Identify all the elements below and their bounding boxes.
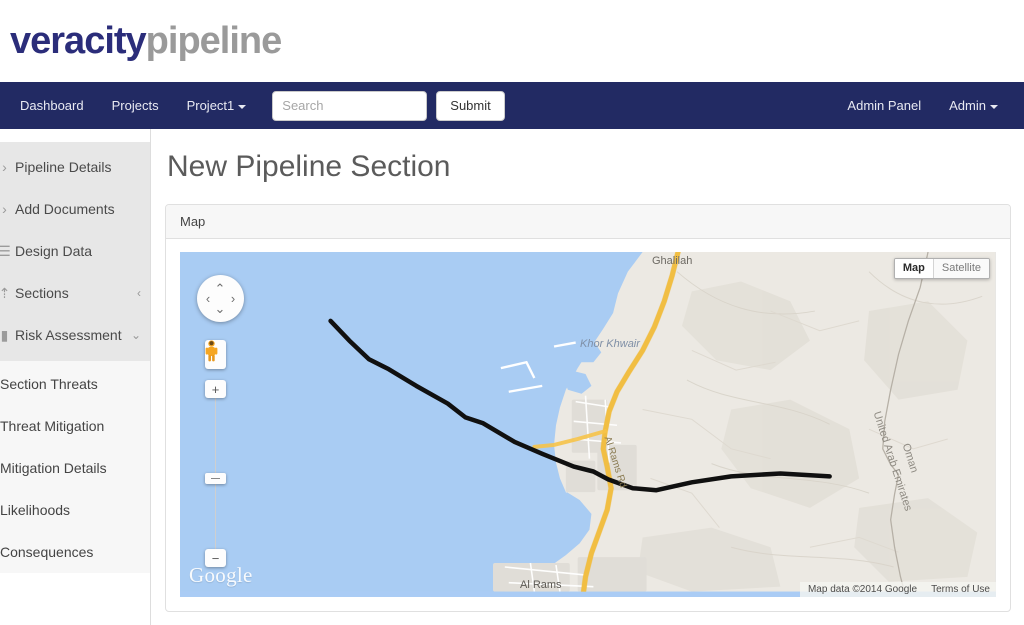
sidebar-sub-group: Section Threats Threat Mitigation Mitiga…	[0, 361, 150, 573]
pan-right-icon[interactable]: ›	[227, 292, 239, 305]
sidebar-item-section-threats[interactable]: Section Threats	[0, 363, 150, 405]
sidebar: › Pipeline Details › Add Documents ☰ Des…	[0, 129, 151, 625]
sidebar-item-label: Sections	[15, 285, 69, 301]
map-zoom-control: + −	[205, 380, 226, 567]
nav-link-admin-menu[interactable]: Admin	[935, 82, 1012, 129]
sidebar-item-label: Section Threats	[0, 376, 98, 392]
main-content: New Pipeline Section Map Ghalilah Khor K…	[151, 129, 1024, 625]
sidebar-item-label: Threat Mitigation	[0, 418, 105, 434]
sidebar-item-design-data[interactable]: ☰ Design Data	[0, 230, 150, 272]
nav-link-admin-panel-label: Admin Panel	[847, 98, 922, 113]
map-canvas	[180, 252, 996, 592]
search-input[interactable]	[272, 90, 428, 121]
zoom-out-button[interactable]: −	[205, 549, 226, 567]
navbar-right-group: Admin Panel Admin	[833, 82, 1012, 129]
main-navbar: Dashboard Projects Project1 Submit Admin…	[0, 82, 1024, 129]
sidebar-item-threat-mitigation[interactable]: Threat Mitigation	[0, 405, 150, 447]
sidebar-item-pipeline-details[interactable]: › Pipeline Details	[0, 146, 150, 188]
map-type-button-satellite[interactable]: Satellite	[932, 259, 989, 278]
sidebar-item-add-documents[interactable]: › Add Documents	[0, 188, 150, 230]
sidebar-main-group: › Pipeline Details › Add Documents ☰ Des…	[0, 142, 150, 361]
sidebar-item-label: Pipeline Details	[15, 159, 112, 175]
nav-link-projects[interactable]: Projects	[98, 82, 173, 129]
nav-link-admin-panel[interactable]: Admin Panel	[833, 82, 935, 129]
sidebar-item-label: Consequences	[0, 544, 94, 560]
page-title: New Pipeline Section	[167, 150, 451, 183]
sidebar-item-mitigation-details[interactable]: Mitigation Details	[0, 447, 150, 489]
brand-header: veracitypipeline	[0, 0, 1024, 82]
zoom-in-button[interactable]: +	[205, 380, 226, 398]
navbar-search-form: Submit	[272, 90, 505, 121]
chevron-down-icon: ⌄	[130, 328, 141, 342]
panel-gap	[165, 612, 1011, 625]
map-panel: Map Ghalilah Khor Khwair Al Rams Al Rams…	[165, 204, 1011, 612]
sidebar-item-label: Add Documents	[15, 201, 115, 217]
chevron-down-icon	[990, 104, 998, 109]
map-type-button-map[interactable]: Map	[894, 259, 933, 278]
sidebar-item-label: Risk Assessment	[15, 327, 122, 343]
nav-link-dashboard-label: Dashboard	[20, 98, 84, 113]
nav-link-projects-label: Projects	[111, 98, 159, 113]
nav-link-project1[interactable]: Project1	[173, 82, 261, 129]
chevron-down-icon	[238, 104, 247, 109]
google-map[interactable]: Ghalilah Khor Khwair Al Rams Al Rams Rd …	[180, 252, 996, 597]
nav-link-admin-menu-label: Admin	[949, 98, 986, 113]
list-icon: ☰	[0, 242, 11, 259]
map-attribution: Map data ©2014 Google Terms of Use	[799, 582, 996, 597]
search-submit-button[interactable]: Submit	[436, 90, 505, 121]
sidebar-item-risk-assessment[interactable]: ▮ Risk Assessment ⌄	[0, 314, 150, 356]
map-pan-control[interactable]: ⌃ ⌄ ‹ ›	[197, 275, 244, 322]
map-panel-body: Ghalilah Khor Khwair Al Rams Al Rams Rd …	[166, 239, 1010, 611]
page-body: › Pipeline Details › Add Documents ☰ Des…	[0, 129, 1024, 625]
street-view-pegman-icon[interactable]	[205, 340, 226, 369]
map-type-control: Map Satellite	[893, 258, 990, 279]
sidebar-item-label: Mitigation Details	[0, 460, 107, 476]
arrow-right-icon: ›	[2, 201, 7, 217]
chevron-left-icon: ‹	[137, 286, 141, 300]
logo-part-pipeline: pipeline	[145, 20, 283, 62]
nav-link-dashboard[interactable]: Dashboard	[6, 82, 98, 129]
app-logo[interactable]: veracitypipeline	[10, 20, 283, 62]
arrow-right-icon: ›	[2, 159, 7, 175]
zoom-slider-handle[interactable]	[205, 473, 226, 484]
nav-link-project1-label: Project1	[186, 98, 235, 113]
terms-of-use-link[interactable]: Terms of Use	[931, 584, 990, 595]
logo-part-veracity: veracity	[10, 20, 147, 62]
sidebar-item-label: Likelihoods	[0, 502, 71, 518]
pan-left-icon[interactable]: ‹	[202, 292, 214, 305]
sidebar-item-sections[interactable]: ⇡ Sections ‹	[0, 272, 150, 314]
book-icon: ▮	[0, 326, 9, 343]
map-panel-heading: Map	[166, 205, 1010, 239]
sidebar-item-consequences[interactable]: Consequences	[0, 531, 150, 573]
pin-icon: ⇡	[0, 284, 11, 301]
navbar-left-group: Dashboard Projects Project1 Submit	[6, 82, 505, 129]
pegman-figure	[205, 340, 218, 362]
map-data-copyright: Map data ©2014 Google	[807, 584, 918, 595]
sidebar-item-likelihoods[interactable]: Likelihoods	[0, 489, 150, 531]
pan-down-icon[interactable]: ⌄	[214, 302, 226, 315]
pan-up-icon[interactable]: ⌃	[214, 282, 226, 295]
sidebar-item-label: Design Data	[15, 243, 93, 259]
